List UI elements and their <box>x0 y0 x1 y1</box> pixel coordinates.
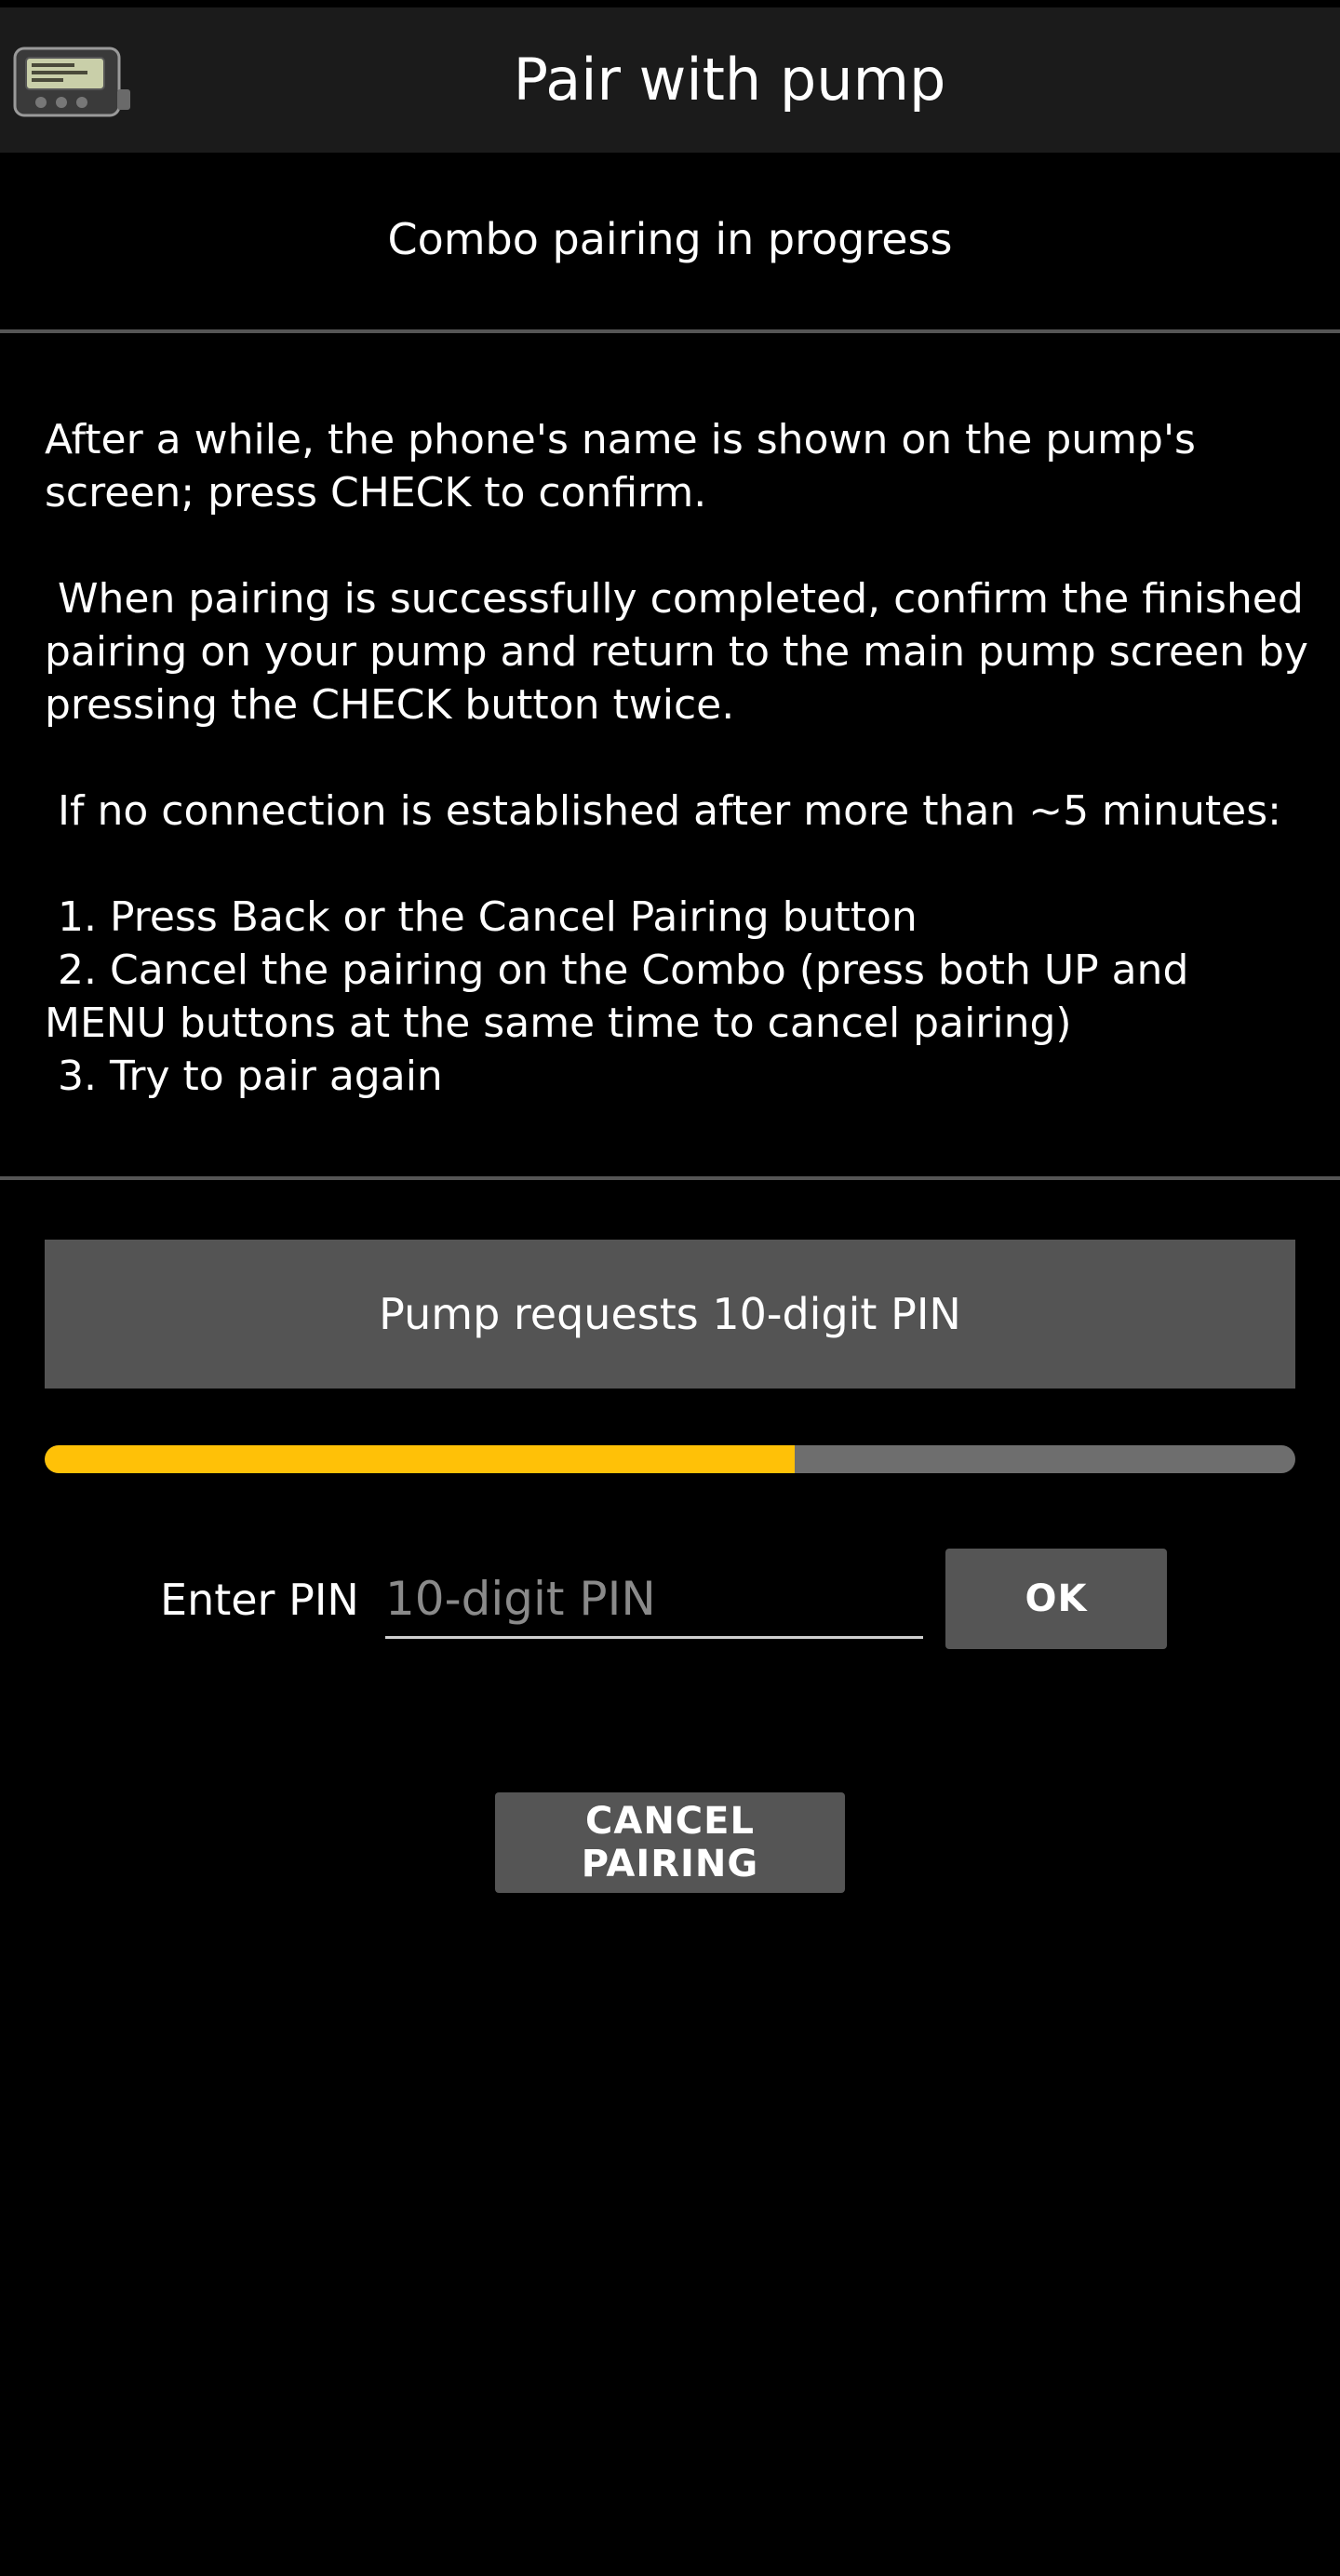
divider-top <box>0 329 1340 333</box>
pairing-progress-bar <box>45 1445 1295 1473</box>
instruction-step-3: 3. Try to pair again <box>45 1053 443 1100</box>
instruction-step-2: 2. Cancel the pairing on the Combo (pres… <box>45 946 1202 1047</box>
pairing-instructions: After a while, the phone's name is shown… <box>45 413 1320 1103</box>
pin-request-banner: Pump requests 10-digit PIN <box>45 1240 1295 1389</box>
pairing-progress-fill <box>45 1445 796 1473</box>
instruction-paragraph-2: When pairing is successfully completed, … <box>45 575 1321 729</box>
instruction-step-1: 1. Press Back or the Cancel Pairing butt… <box>45 893 918 941</box>
pin-input[interactable] <box>385 1562 923 1639</box>
divider-bottom <box>0 1176 1340 1180</box>
status-strip <box>0 0 1340 7</box>
instruction-paragraph-3: If no connection is established after mo… <box>45 787 1281 835</box>
page-title: Pair with pump <box>513 46 946 114</box>
pin-entry-row: Enter PIN OK <box>0 1549 1340 1651</box>
pin-label: Enter PIN <box>160 1575 359 1625</box>
instruction-paragraph-1: After a while, the phone's name is shown… <box>45 416 1209 517</box>
app-bar: Pair with pump <box>0 7 1340 153</box>
cancel-pairing-button[interactable]: CANCEL PAIRING <box>495 1792 845 1893</box>
ok-button[interactable]: OK <box>945 1549 1167 1649</box>
pairing-status-text: Combo pairing in progress <box>387 214 953 264</box>
